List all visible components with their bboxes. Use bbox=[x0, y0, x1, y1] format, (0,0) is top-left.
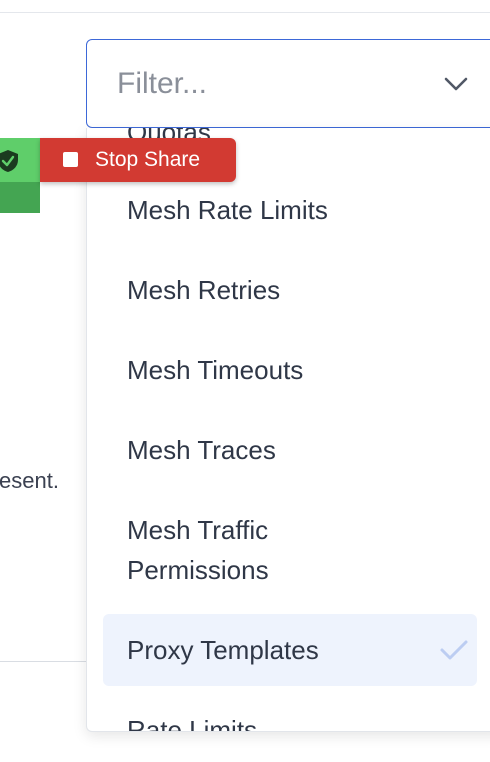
chevron-down-icon[interactable] bbox=[441, 69, 471, 99]
dropdown-option-mesh-traces[interactable]: Mesh Traces bbox=[103, 430, 477, 470]
background-text-fragment: esent. bbox=[0, 468, 59, 493]
filter-dropdown: Quotas Mesh Rate Limits Mesh Retries Mes… bbox=[86, 128, 490, 732]
option-label-line-1: Mesh Traffic bbox=[127, 515, 269, 545]
background-divider bbox=[0, 661, 90, 662]
page: esent. Quotas Mesh Rate Limits Mesh Retr… bbox=[0, 0, 490, 762]
shield-check-icon bbox=[0, 150, 18, 172]
dropdown-option-rate-limits[interactable]: Rate Limits bbox=[103, 710, 477, 731]
filter-input[interactable] bbox=[117, 64, 417, 104]
screen-share-indicator-lower bbox=[0, 182, 40, 213]
dropdown-option-mesh-traffic-permissions[interactable]: Mesh Traffic Permissions bbox=[103, 510, 477, 590]
dropdown-option-proxy-templates[interactable]: Proxy Templates bbox=[103, 614, 477, 686]
dropdown-option-mesh-retries[interactable]: Mesh Retries bbox=[103, 270, 477, 310]
stop-share-label: Stop Share bbox=[95, 148, 201, 171]
check-icon bbox=[440, 640, 468, 660]
stop-square-icon bbox=[63, 152, 78, 167]
option-label: Proxy Templates bbox=[127, 635, 319, 665]
filter-select[interactable] bbox=[86, 39, 490, 128]
top-divider bbox=[0, 12, 490, 13]
stop-share-button[interactable]: Stop Share bbox=[40, 138, 236, 182]
dropdown-option-mesh-rate-limits[interactable]: Mesh Rate Limits bbox=[103, 190, 477, 230]
option-label-line-2: Permissions bbox=[127, 555, 269, 585]
dropdown-option-mesh-timeouts[interactable]: Mesh Timeouts bbox=[103, 350, 477, 390]
